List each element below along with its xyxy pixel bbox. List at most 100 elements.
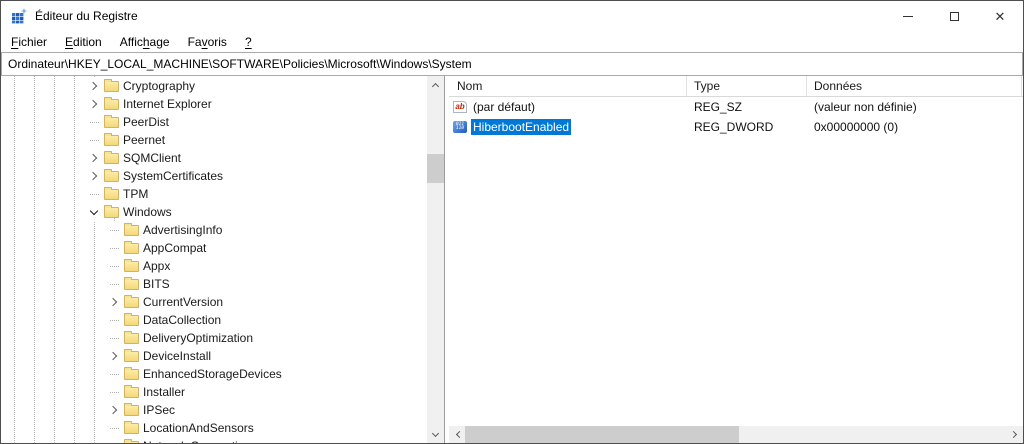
scrollbar-thumb[interactable] [427,154,444,183]
maximize-icon [949,11,959,21]
column-header-donnees[interactable]: Données [807,76,1022,96]
column-header-type[interactable]: Type [687,76,807,96]
folder-icon [124,241,139,254]
menu-affichage-accesskey: h [142,34,150,49]
folder-icon [124,223,139,236]
menu-fichier[interactable]: Fichier [2,33,56,51]
tree-item-deviceinstall[interactable]: DeviceInstall [1,347,427,365]
tree-item-bits[interactable]: BITS [1,275,427,293]
tree-item-label: TPM [123,187,149,201]
tree-item-label: LocationAndSensors [143,421,254,435]
tree-item-ipsec[interactable]: IPSec [1,401,427,419]
chevron-right-icon[interactable] [87,149,101,167]
tree-connector-dash [87,131,101,149]
tree-item-cryptography[interactable]: Cryptography [1,77,427,95]
scrollbar-left-button[interactable] [449,426,466,443]
menu-favoris[interactable]: Favoris [179,33,236,51]
address-input[interactable] [2,57,1022,71]
value-type-cell: REG_SZ [694,100,743,114]
tree-item-label: Appx [143,259,171,273]
value-row-hiberbootenabled[interactable]: 011 110 HiberbootEnabled REG_DWORD 0x0000000… [449,117,1023,137]
folder-icon [124,331,139,344]
tree-connector-dash [107,437,121,443]
tree-connector-dash [107,383,121,401]
values-pane: Nom Type Données ab (par défaut) REG_SZ (va… [449,76,1023,443]
title-bar: Éditeur du Registre ✕ [1,1,1023,31]
tree-item-appx[interactable]: Appx [1,257,427,275]
tree-item-label: Peernet [123,133,166,147]
tree-item-windows[interactable]: Windows [1,203,427,221]
folder-icon [104,115,119,128]
tree-item-label: Cryptography [123,79,196,93]
tree-item-deliveryoptimization[interactable]: DeliveryOptimization [1,329,427,347]
values-header: Nom Type Données [449,76,1023,97]
folder-icon [124,385,139,398]
tree-item-locationandsensors[interactable]: LocationAndSensors [1,419,427,437]
tree-item-tpm[interactable]: TPM [1,185,427,203]
tree-item-sqmclient[interactable]: SQMClient [1,149,427,167]
chevron-right-icon[interactable] [107,347,121,365]
value-name-label: (par défaut) [473,100,536,114]
menu-edition[interactable]: Edition [56,33,111,51]
chevron-right-icon[interactable] [87,77,101,95]
chevron-right-icon[interactable] [87,167,101,185]
tree-item-systemcertificates[interactable]: SystemCertificates [1,167,427,185]
column-header-type-label: Type [694,79,721,93]
close-button[interactable]: ✕ [977,1,1023,31]
tree-item-peerdist[interactable]: PeerDist [1,113,427,131]
folder-icon [124,403,139,416]
scrollbar-down-button[interactable] [427,426,444,443]
tree-item-datacollection[interactable]: DataCollection [1,311,427,329]
tree-item-enhancedstoragedevices[interactable]: EnhancedStorageDevices [1,365,427,383]
tree-item-installer[interactable]: Installer [1,383,427,401]
menu-help[interactable]: ? [236,33,261,51]
value-row--par-d-faut-[interactable]: ab (par défaut) REG_SZ (valeur non définie) [449,97,1023,117]
chevron-right-icon[interactable] [107,401,121,419]
tree-item-network-connections[interactable]: Network Connections [1,437,427,443]
tree-item-appcompat[interactable]: AppCompat [1,239,427,257]
address-bar [1,52,1023,76]
maximize-button[interactable] [931,1,977,31]
scrollbar-thumb[interactable] [465,426,739,443]
regedit-app-icon [12,8,27,24]
tree-item-label: SQMClient [123,151,182,165]
tree-connector-dash [107,221,121,239]
tree-connector-dash [87,185,101,203]
folder-icon [124,259,139,272]
scrollbar-up-button[interactable] [427,76,444,93]
chevron-right-icon[interactable] [107,293,121,311]
scrollbar-right-button[interactable] [1006,426,1023,443]
registry-editor-window: Éditeur du Registre ✕ Fichier Edition Af… [0,0,1024,444]
chevron-down-icon[interactable] [87,203,101,221]
value-name-cell[interactable]: 011 110 HiberbootEnabled [449,119,687,135]
value-data-cell: (valeur non définie) [814,100,917,114]
value-data-cell: 0x00000000 (0) [814,120,899,134]
menu-favoris-rest: oris [207,34,227,49]
folder-icon [124,277,139,290]
values-horizontal-scrollbar[interactable] [449,426,1023,443]
tree-item-internet-explorer[interactable]: Internet Explorer [1,95,427,113]
value-name-cell[interactable]: ab (par défaut) [449,99,687,115]
tree-pane: Cryptography Internet Explorer PeerDist Pee… [1,76,445,443]
tree-item-peernet[interactable]: Peernet [1,131,427,149]
folder-icon [104,205,119,218]
column-header-nom[interactable]: Nom [449,76,687,96]
tree-vertical-scrollbar[interactable] [427,76,444,443]
values-rows: ab (par défaut) REG_SZ (valeur non définie)… [449,97,1023,137]
folder-icon [104,79,119,92]
reg-dword-icon: 011 110 [453,121,467,133]
chevron-up-icon [431,82,440,90]
tree-item-label: DataCollection [143,313,222,327]
tree-item-label: DeviceInstall [143,349,212,363]
menu-affichage[interactable]: Affichage [111,33,179,51]
folder-icon [104,169,119,182]
chevron-right-icon[interactable] [87,95,101,113]
tree-item-label: Network Connections [143,437,257,443]
minimize-button[interactable] [885,1,931,31]
tree-item-label: BITS [143,277,170,291]
tree-connector-dash [107,365,121,383]
tree-connector-dash [107,329,121,347]
menu-edition-accesskey: E [65,34,74,49]
tree-item-currentversion[interactable]: CurrentVersion [1,293,427,311]
tree-item-advertisinginfo[interactable]: AdvertisingInfo [1,221,427,239]
